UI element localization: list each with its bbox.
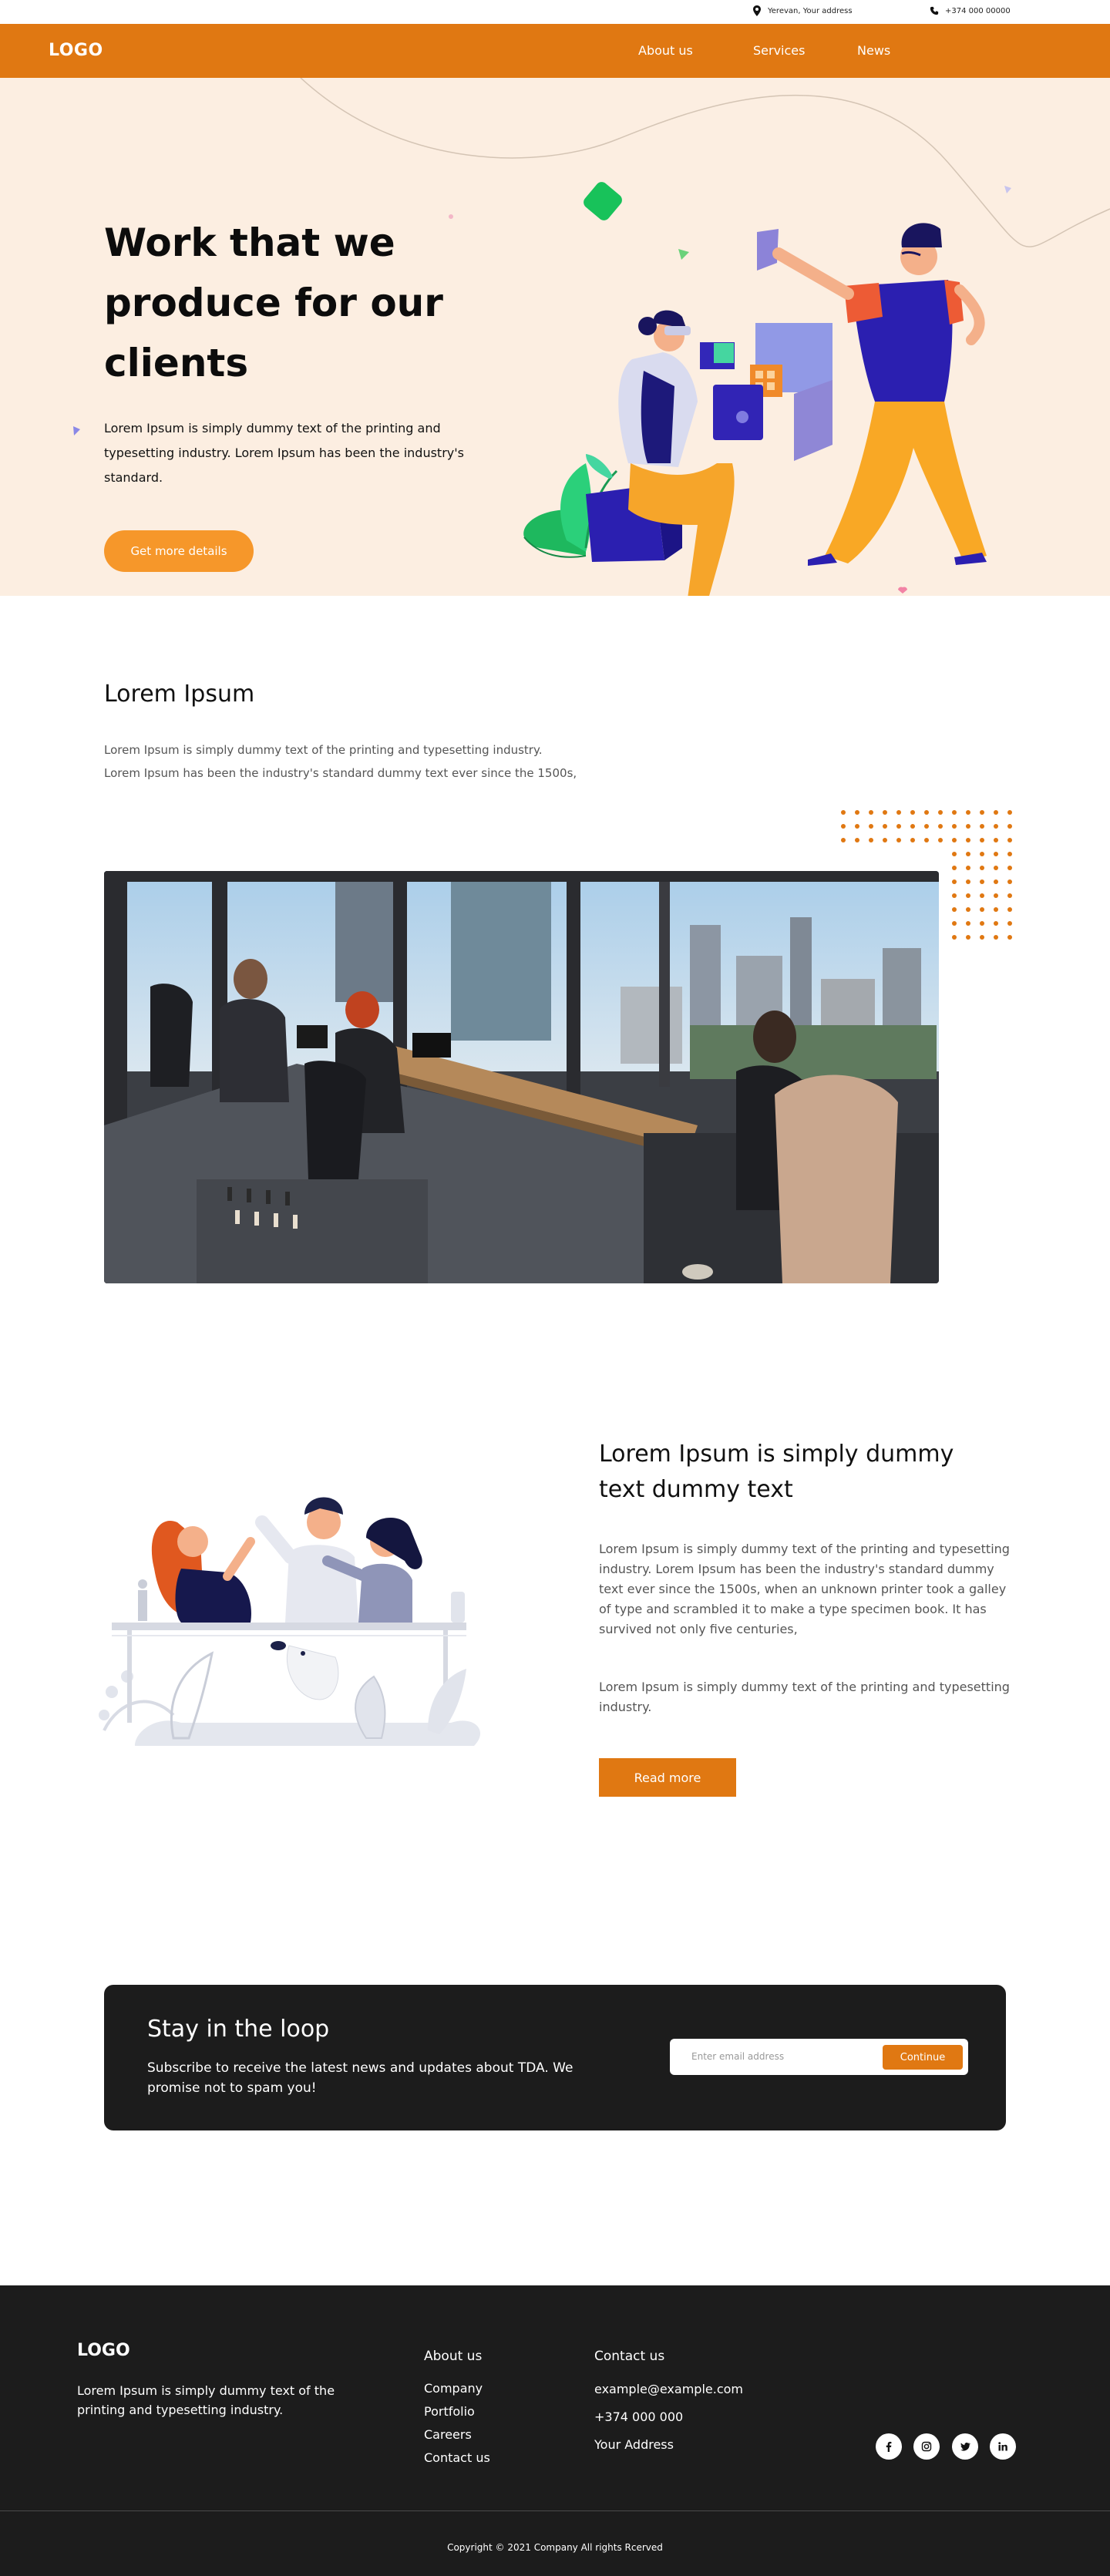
footer-about-title: About us [424, 2349, 483, 2364]
location-pin-icon [753, 5, 761, 16]
main-header: LOGO About us Services News [0, 24, 1110, 78]
footer-description: Lorem Ipsum is simply dummy text of the … [77, 2383, 335, 2417]
twitter-icon[interactable] [952, 2433, 978, 2460]
footer-divider [0, 2510, 1110, 2511]
continue-button[interactable]: Continue [883, 2045, 963, 2070]
read-more-button[interactable]: Read more [599, 1758, 736, 1797]
instagram-icon[interactable] [913, 2433, 940, 2460]
footer-contact-title: Contact us [594, 2349, 665, 2364]
footer-address: Your Address [594, 2437, 674, 2452]
email-input[interactable] [691, 2049, 861, 2064]
footer-link-portfolio[interactable]: Portfolio [424, 2404, 475, 2419]
footer-phone: +374 000 000 [594, 2410, 684, 2424]
logo[interactable]: LOGO [49, 41, 103, 60]
footer-link-contact-us[interactable]: Contact us [424, 2450, 490, 2465]
footer-link-company[interactable]: Company [424, 2381, 483, 2396]
facebook-icon[interactable] [876, 2433, 902, 2460]
nav-news[interactable]: News [857, 43, 890, 58]
newsletter-section: Stay in the loop Subscribe to receive th… [104, 1985, 1006, 2130]
linkedin-icon[interactable] [990, 2433, 1016, 2460]
footer-link-careers[interactable]: Careers [424, 2427, 472, 2442]
footer: LOGO Lorem Ipsum is simply dummy text of… [0, 2285, 1110, 2576]
phone-info: +374 000 00000 [930, 5, 1011, 16]
feature-title: Lorem Ipsum is simply dummy text dummy t… [599, 1441, 954, 1503]
hero-title: Work that we produce for our clients [104, 220, 443, 385]
address-text: Yerevan, Your address [768, 6, 853, 15]
newsletter-form: Continue [670, 2039, 968, 2075]
phone-icon [930, 6, 939, 15]
nav-services[interactable]: Services [753, 43, 805, 58]
newsletter-text: Subscribe to receive the latest news and… [147, 2060, 574, 2096]
hero-text: Lorem Ipsum is simply dummy text of the … [104, 421, 464, 485]
nav-about-us[interactable]: About us [638, 43, 693, 58]
office-photo [104, 871, 939, 1283]
newsletter-title: Stay in the loop [147, 2016, 330, 2043]
section-text: Lorem Ipsum is simply dummy text of the … [104, 743, 577, 780]
feature-text-1: Lorem Ipsum is simply dummy text of the … [599, 1542, 1010, 1636]
footer-email[interactable]: example@example.com [594, 2382, 743, 2396]
address-info: Yerevan, Your address [752, 5, 853, 16]
footer-logo[interactable]: LOGO [77, 2341, 130, 2360]
phone-text[interactable]: +374 000 00000 [945, 7, 1011, 15]
top-info-bar: Yerevan, Your address +374 000 00000 [0, 0, 1110, 24]
copyright-text: Copyright © 2021 Company All rights Rcer… [447, 2542, 663, 2553]
team-high-five-illustration [99, 1497, 481, 1746]
section-title: Lorem Ipsum [104, 681, 255, 708]
hero-section: Work that we produce for our clients Lor… [0, 78, 1110, 596]
feature-text-2: Lorem Ipsum is simply dummy text of the … [599, 1680, 1010, 1714]
get-more-details-button[interactable]: Get more details [104, 530, 254, 572]
